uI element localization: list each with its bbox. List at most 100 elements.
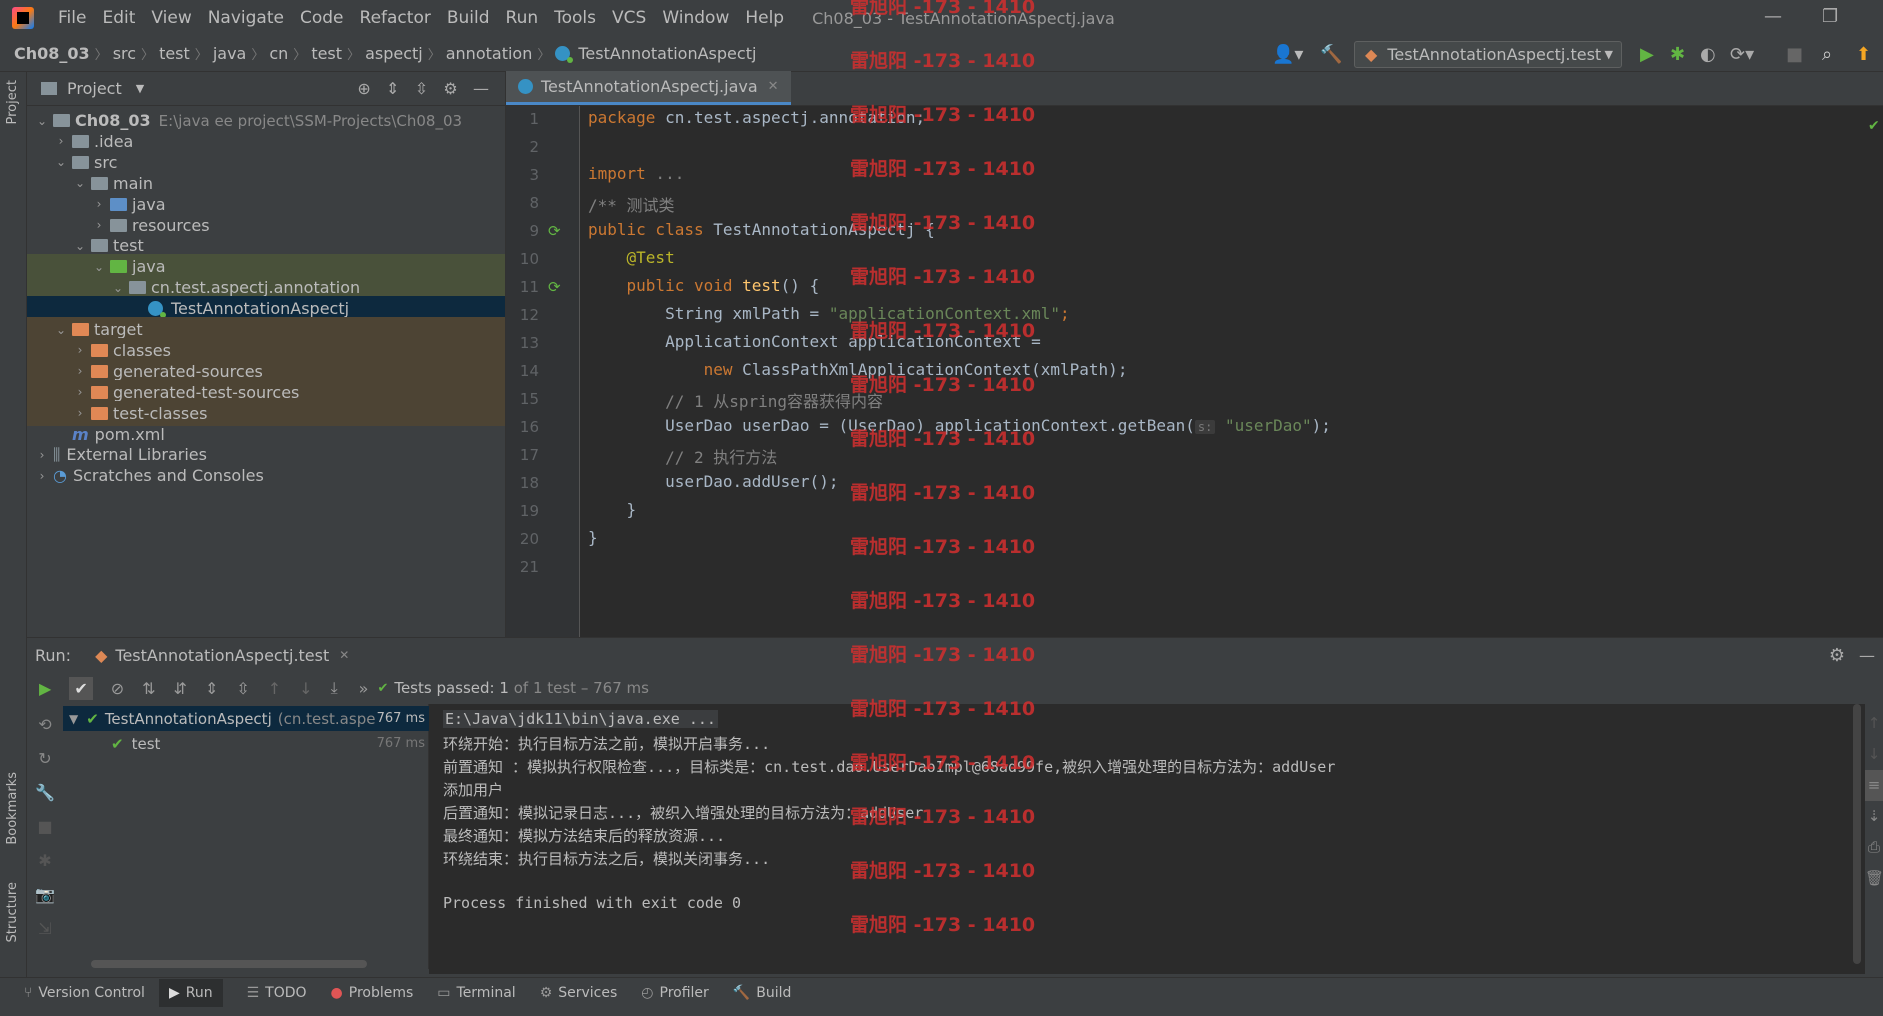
menu-item-vcs[interactable]: VCS (604, 8, 654, 28)
search-icon[interactable]: ⌕ (1822, 44, 1832, 65)
stop-icon[interactable]: ■ (1786, 44, 1803, 65)
show-ignored-icon[interactable]: ⊘ (111, 679, 124, 698)
restore-icon[interactable]: ❐ (1822, 6, 1838, 27)
tool-tab-build[interactable]: 🔨 Build (733, 985, 792, 1001)
run-tab-label[interactable]: TestAnnotationAspectj.test (115, 646, 329, 665)
close-icon[interactable]: ✕ (339, 648, 349, 662)
run-configuration-select[interactable]: ◆ TestAnnotationAspectj.test ▼ (1354, 41, 1622, 68)
gear-icon[interactable]: ⚙ (443, 79, 457, 98)
run-gutter-icon[interactable]: ⟳ (548, 278, 561, 296)
menu-item-tools[interactable]: Tools (546, 8, 604, 28)
breadcrumb-item[interactable]: annotation (446, 44, 533, 63)
chevron-down-icon[interactable]: ⌄ (54, 323, 68, 337)
update-icon[interactable]: ⬆ (1856, 44, 1871, 65)
sort-duration-icon[interactable]: ⇵ (174, 679, 187, 698)
chevron-right-icon[interactable]: › (35, 469, 49, 483)
menu-item-code[interactable]: Code (292, 8, 352, 28)
wrench-icon[interactable]: 🔧 (33, 776, 57, 810)
chevron-right-icon[interactable]: › (73, 364, 87, 378)
export-icon[interactable]: ⤓ (331, 678, 338, 698)
menu-item-help[interactable]: Help (737, 8, 792, 28)
menu-item-run[interactable]: Run (498, 8, 547, 28)
breadcrumb-item[interactable]: Ch08_03 (14, 44, 90, 63)
chevron-right-icon[interactable]: › (73, 406, 87, 420)
no-problems-check-icon[interactable]: ✔ (1868, 118, 1880, 134)
run-gutter-icon[interactable]: ⟳ (548, 222, 561, 240)
structure-tool-tab[interactable]: Structure (5, 882, 20, 942)
breadcrumb-item[interactable]: test (311, 44, 342, 63)
build-hammer-icon[interactable]: 🔨 (1320, 44, 1342, 65)
collapse-all-icon[interactable]: ⇳ (415, 79, 428, 98)
tool-tab-problems[interactable]: ● Problems (331, 985, 414, 1001)
chevron-down-icon[interactable]: ⌄ (35, 114, 49, 128)
tool-tab-terminal[interactable]: ▭ Terminal (437, 985, 515, 1001)
coverage-icon[interactable]: ◐ (1700, 44, 1716, 65)
rerun-icon[interactable]: ↻ (33, 742, 57, 776)
chevron-down-icon[interactable]: ▼ (69, 712, 78, 726)
soft-wrap-icon[interactable]: ≡ (1865, 770, 1883, 801)
tool-tab-todo[interactable]: ☰ TODO (247, 985, 307, 1001)
project-tool-tab[interactable]: Project (5, 80, 20, 124)
tool-tab-run[interactable]: ▶ Run (158, 979, 223, 1007)
chevron-down-icon[interactable]: ▼ (136, 82, 144, 95)
bookmarks-tool-tab[interactable]: Bookmarks (5, 772, 20, 845)
expand-all-icon[interactable]: ⇕ (205, 679, 218, 698)
down-icon[interactable]: ↓ (1865, 739, 1883, 770)
chevron-right-icon[interactable]: › (73, 343, 87, 357)
project-panel-title[interactable]: Project (67, 79, 122, 98)
chevron-right-icon[interactable]: › (35, 448, 49, 462)
debug-icon[interactable]: ✱ (1670, 44, 1685, 65)
tool-tab-services[interactable]: ⚙ Services (540, 985, 618, 1001)
more-icon[interactable]: » (359, 679, 369, 698)
tool-tab-profiler[interactable]: ◴ Profiler (641, 985, 709, 1001)
chevron-down-icon[interactable]: ⌄ (92, 260, 106, 274)
exit-icon[interactable]: ⇲ (33, 912, 57, 946)
console-output[interactable]: E:\Java\jdk11\bin\java.exe ... 环绕开始：执行目标方… (429, 704, 1865, 974)
stop-icon[interactable]: ■ (33, 810, 57, 844)
user-icon[interactable]: 👤▾ (1272, 44, 1303, 65)
menu-item-refactor[interactable]: Refactor (352, 8, 439, 28)
tool-tab-version-control[interactable]: ⑂ Version Control (24, 985, 145, 1001)
next-failed-icon[interactable]: ↓ (299, 679, 312, 698)
expand-all-icon[interactable]: ⇕ (386, 79, 399, 98)
hide-icon[interactable]: — (1859, 646, 1875, 665)
chevron-right-icon[interactable]: › (54, 134, 68, 148)
sort-alpha-icon[interactable]: ⇅ (142, 679, 155, 698)
chevron-down-icon[interactable]: ⌄ (54, 155, 68, 169)
scroll-to-end-icon[interactable]: ⇣ (1865, 801, 1883, 832)
menu-item-navigate[interactable]: Navigate (200, 8, 292, 28)
menu-item-file[interactable]: File (50, 8, 94, 28)
menu-item-build[interactable]: Build (439, 8, 498, 28)
tree-node[interactable]: › ◔ Scratches and Consoles (27, 463, 505, 488)
profile-icon[interactable]: ⟳▾ (1730, 44, 1754, 65)
chevron-down-icon[interactable]: ⌄ (73, 239, 87, 253)
up-icon[interactable]: ↑ (1865, 708, 1883, 739)
collapse-all-icon[interactable]: ⇳ (236, 679, 249, 698)
trash-icon[interactable]: 🗑 (1865, 863, 1883, 894)
toggle-auto-test-icon[interactable]: ⟲ (33, 708, 57, 742)
breadcrumb-item[interactable]: test (159, 44, 190, 63)
editor-tab[interactable]: TestAnnotationAspectj.java ✕ (506, 71, 791, 105)
previous-failed-icon[interactable]: ↑ (268, 679, 281, 698)
minimize-icon[interactable]: — (1764, 6, 1782, 27)
locate-icon[interactable]: ⊕ (357, 79, 370, 98)
hide-icon[interactable]: — (473, 79, 489, 98)
chevron-right-icon[interactable]: › (92, 218, 106, 232)
chevron-right-icon[interactable]: › (92, 197, 106, 211)
breadcrumb-item[interactable]: aspectj (365, 44, 423, 63)
breadcrumb-item[interactable]: TestAnnotationAspectj (578, 44, 756, 63)
breadcrumb-item[interactable]: java (213, 44, 247, 63)
horizontal-scrollbar[interactable] (91, 960, 367, 968)
rerun-icon[interactable]: ▶ (39, 679, 51, 698)
menu-item-edit[interactable]: Edit (94, 8, 143, 28)
chevron-down-icon[interactable]: ⌄ (73, 176, 87, 190)
camera-icon[interactable]: 📷 (33, 878, 57, 912)
chevron-down-icon[interactable]: ⌄ (111, 281, 125, 295)
breadcrumb-item[interactable]: src (113, 44, 136, 63)
gear-icon[interactable]: ⚙ (1829, 645, 1845, 666)
vertical-scrollbar[interactable] (1853, 704, 1861, 964)
print-icon[interactable]: ⎙ (1865, 832, 1883, 863)
close-icon[interactable]: ✕ (768, 79, 779, 94)
chevron-right-icon[interactable]: › (73, 385, 87, 399)
test-suite-row[interactable]: ▼ ✔ TestAnnotationAspectj (cn.test.aspe … (63, 706, 429, 731)
